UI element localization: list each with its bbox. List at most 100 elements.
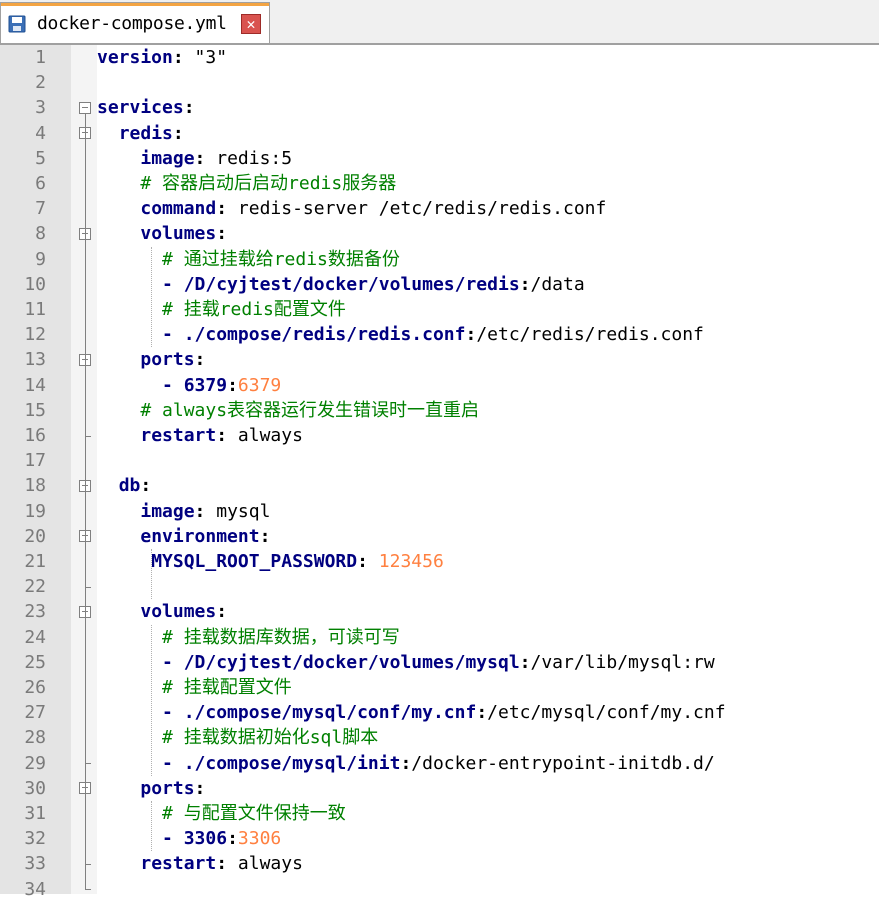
line-number: 14 (24, 374, 46, 396)
code-token: /var/lib/mysql:rw (530, 651, 715, 673)
code-line[interactable]: 10 - /D/cyjtest/docker/volumes/redis:/da… (0, 272, 879, 297)
code-line[interactable]: 31 # 与配置文件保持一致 (0, 801, 879, 826)
code-editor[interactable]: 1 version: "3" 2 3 services: 4 redis: 5 image:… (0, 45, 879, 900)
code-token: : (227, 828, 238, 850)
code-token: : (400, 752, 412, 774)
code-line[interactable]: 33 restart: always (0, 851, 879, 876)
code-token: : (519, 273, 531, 295)
code-text: - 6379:6379 (97, 373, 281, 398)
code-text: # 容器启动后启动redis服务器 (97, 171, 396, 196)
code-token: MYSQL_ROOT_PASSWORD (151, 551, 358, 572)
code-line[interactable]: 8 volumes: (0, 221, 879, 246)
code-line[interactable]: 13 ports: (0, 347, 879, 372)
code-text: # 挂载redis配置文件 (97, 297, 346, 322)
code-line[interactable]: 14 - 6379:6379 (0, 373, 879, 398)
code-token: 123456 (378, 551, 444, 572)
code-text: ports: (97, 776, 205, 801)
code-text: # always表容器运行发生错误时一直重启 (97, 398, 479, 423)
code-line[interactable]: 26 # 挂载配置文件 (0, 675, 879, 700)
code-line[interactable]: 1 version: "3" (0, 45, 879, 70)
code-text: - ./compose/mysql/init:/docker-entrypoin… (97, 751, 715, 776)
fold-end-marker (85, 763, 91, 765)
code-line[interactable]: 15 # always表容器运行发生错误时一直重启 (0, 398, 879, 423)
line-number: 7 (35, 198, 46, 220)
code-line[interactable]: 22 (0, 574, 879, 599)
code-line[interactable]: 23 volumes: (0, 599, 879, 624)
code-token: : (194, 147, 206, 169)
code-token: : (519, 651, 531, 673)
line-number: 17 (24, 450, 46, 472)
code-line[interactable]: 6 # 容器启动后启动redis服务器 (0, 171, 879, 196)
floppy-icon (8, 15, 26, 33)
code-token: : (216, 223, 228, 245)
code-line[interactable]: 18 db: (0, 473, 879, 498)
code-line[interactable]: 4 redis: (0, 121, 879, 146)
code-token: : (194, 777, 206, 799)
code-token: environment (140, 525, 260, 547)
code-line[interactable]: 21 MYSQL_ROOT_PASSWORD: 123456 (0, 549, 879, 574)
code-line[interactable]: 29 - ./compose/mysql/init:/docker-entryp… (0, 751, 879, 776)
code-token: - 3306 (162, 828, 228, 850)
code-token: - /D/cyjtest/docker/volumes/redis (162, 273, 520, 295)
code-text: ports: (97, 347, 205, 372)
code-text: # 挂载数据库数据，可读可写 (97, 625, 400, 650)
tab-docker-compose[interactable]: docker-compose.yml ✕ (0, 2, 270, 43)
line-number: 15 (24, 399, 46, 421)
code-token: 6379 (237, 374, 282, 396)
code-token: restart (140, 425, 217, 446)
close-icon[interactable]: ✕ (241, 14, 261, 34)
code-token: /etc/mysql/conf/my.cnf (487, 702, 726, 724)
code-token: ports (140, 777, 195, 799)
code-token: redis:5 (205, 147, 293, 169)
code-text: image: redis:5 (97, 146, 292, 171)
code-line[interactable]: 5 image: redis:5 (0, 146, 879, 171)
code-line[interactable]: 7 command: redis-server /etc/redis/redis… (0, 196, 879, 221)
code-line[interactable]: 9 # 通过挂载给redis数据备份 (0, 247, 879, 272)
code-text: - ./compose/mysql/conf/my.cnf:/etc/mysql… (97, 700, 726, 725)
code-line[interactable]: 2 (0, 70, 879, 95)
code-token: # 挂载redis配置文件 (162, 299, 346, 320)
code-line[interactable]: 12 - ./compose/redis/redis.conf:/etc/red… (0, 322, 879, 347)
code-line[interactable]: 24 # 挂载数据库数据，可读可写 (0, 625, 879, 650)
code-text: # 挂载数据初始化sql脚本 (97, 725, 378, 750)
line-number: 21 (24, 551, 46, 572)
code-token: /etc/redis/redis.conf (476, 324, 704, 346)
code-token: db (118, 475, 141, 497)
line-number: 16 (24, 425, 46, 446)
code-token: mysql (205, 500, 271, 522)
code-token: /data (530, 273, 585, 295)
code-line[interactable]: 25 - /D/cyjtest/docker/volumes/mysql:/va… (0, 650, 879, 675)
code-line[interactable]: 32 - 3306:3306 (0, 826, 879, 851)
code-line[interactable]: 20 environment: (0, 524, 879, 549)
line-number: 30 (24, 777, 46, 799)
code-line[interactable]: 16 restart: always (0, 423, 879, 448)
code-line[interactable]: 3 services: (0, 95, 879, 120)
code-token: volumes (140, 601, 217, 623)
indent-guide (151, 801, 153, 852)
code-token: : (140, 475, 152, 497)
code-line[interactable]: 27 - ./compose/mysql/conf/my.cnf:/etc/my… (0, 700, 879, 725)
code-token: : (216, 853, 228, 875)
code-token: services (97, 97, 184, 119)
line-number: 28 (24, 727, 46, 749)
code-line[interactable]: 11 # 挂载redis配置文件 (0, 297, 879, 322)
code-token: volumes (140, 223, 217, 245)
code-token: redis (118, 122, 173, 144)
code-token: : (259, 525, 271, 547)
line-number: 1 (35, 47, 46, 68)
line-number: 12 (24, 324, 46, 346)
code-line[interactable]: 17 (0, 448, 879, 473)
tab-bar: docker-compose.yml ✕ (0, 0, 879, 45)
code-line[interactable]: 30 ports: (0, 776, 879, 801)
code-token: - ./compose/mysql/conf/my.cnf (162, 702, 477, 724)
code-line[interactable]: 19 image: mysql (0, 499, 879, 524)
code-line[interactable]: 28 # 挂载数据初始化sql脚本 (0, 725, 879, 750)
fold-toggle-icon[interactable] (79, 102, 91, 114)
indent-guide (151, 246, 153, 348)
code-token: # 通过挂载给redis数据备份 (162, 248, 400, 270)
code-line[interactable]: 34 (0, 877, 879, 902)
code-token: - ./compose/mysql/init (162, 752, 401, 774)
